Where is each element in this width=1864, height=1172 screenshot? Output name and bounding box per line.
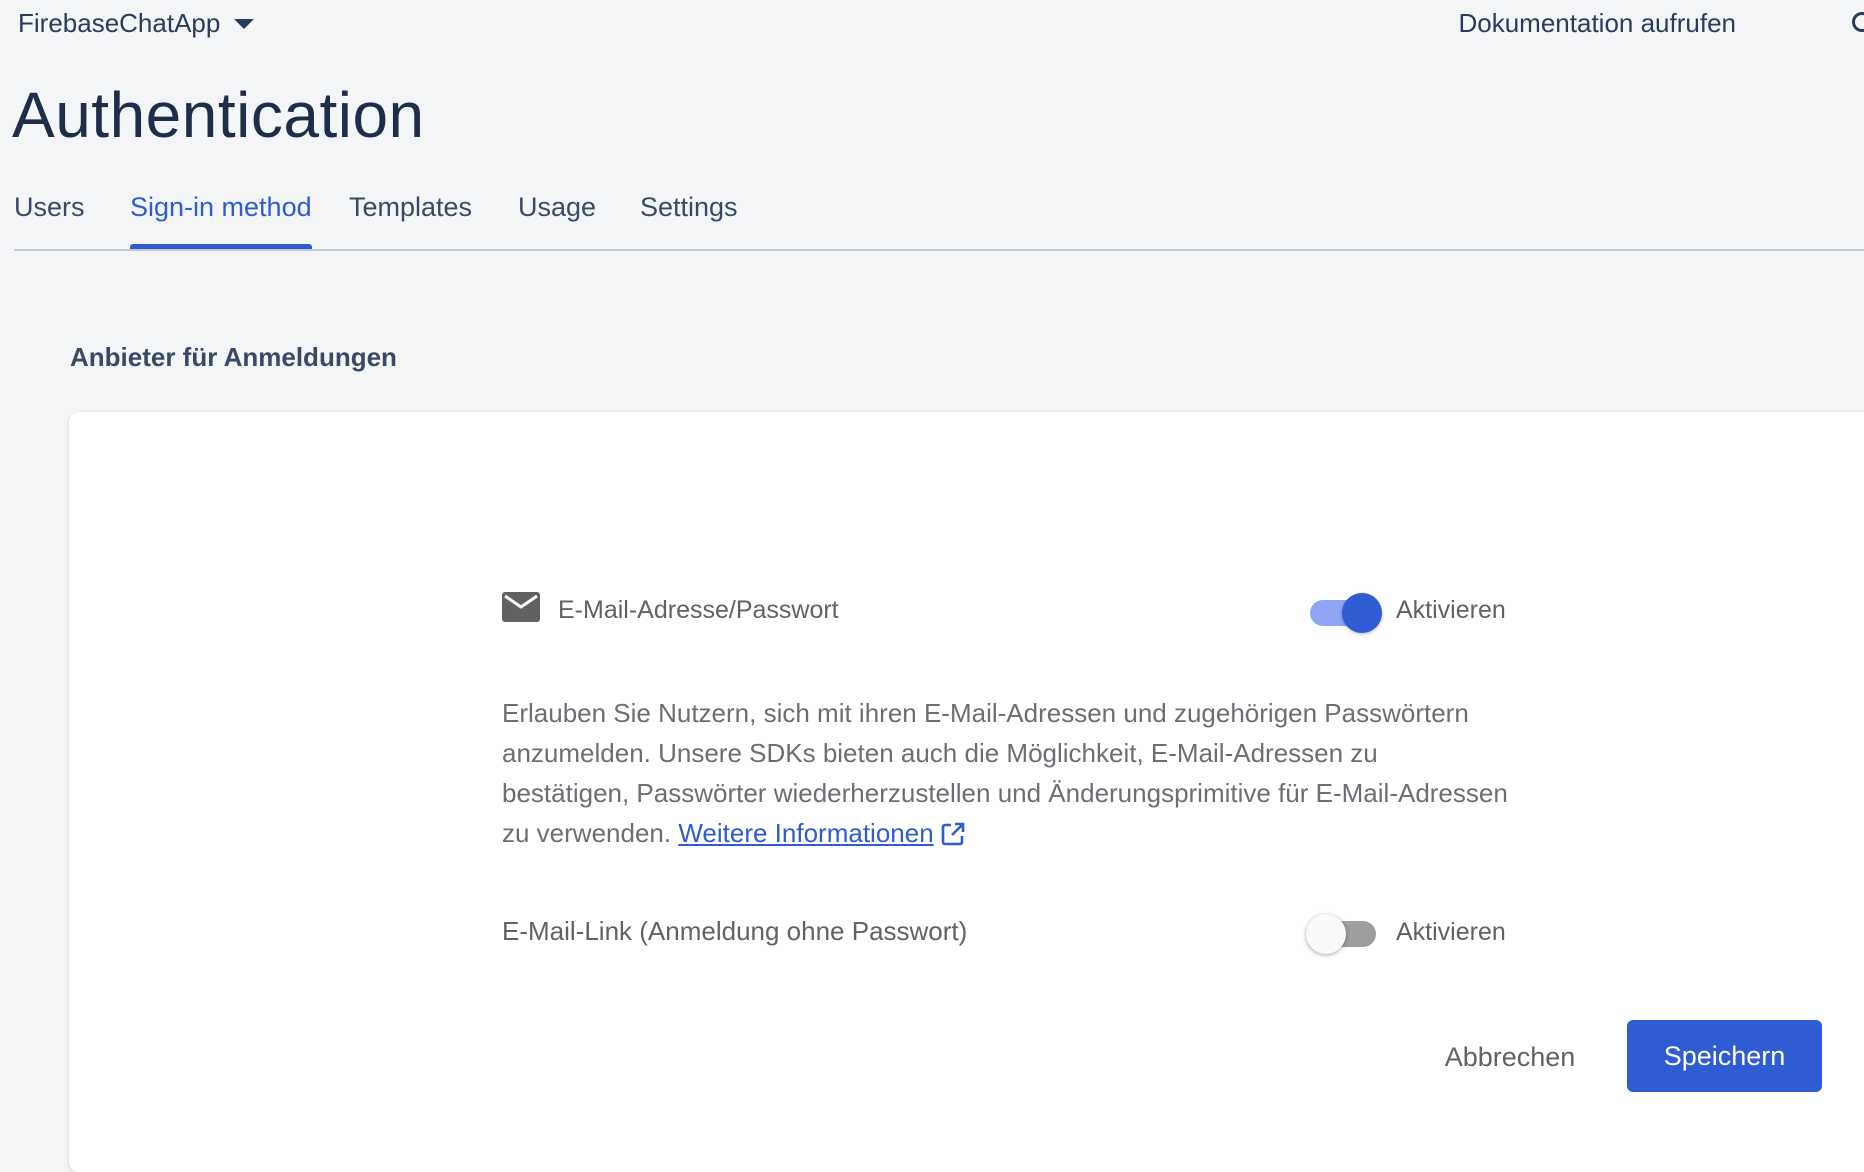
save-button[interactable]: Speichern [1627, 1020, 1822, 1092]
more-info-link[interactable]: Weitere Informationen [678, 818, 965, 848]
tab-sign-in-method[interactable]: Sign-in method [130, 192, 312, 249]
tab-users[interactable]: Users [14, 192, 85, 249]
top-bar: FirebaseChatApp Dokumentation aufrufen [0, 0, 1864, 44]
cancel-button[interactable]: Abbrechen [1420, 1022, 1600, 1092]
tab-label: Usage [518, 192, 597, 222]
page-title: Authentication [12, 79, 425, 151]
toggle-thumb [1306, 914, 1346, 954]
project-name: FirebaseChatApp [18, 7, 221, 38]
account-icon[interactable] [1850, 10, 1864, 36]
tab-usage[interactable]: Usage [518, 192, 596, 249]
provider-name: E-Mail-Adresse/Passwort [558, 596, 839, 624]
external-link-icon [941, 822, 964, 846]
tab-label: Sign-in method [130, 192, 312, 222]
email-link-toggle-label: Aktivieren [1396, 918, 1506, 946]
documentation-link[interactable]: Dokumentation aufrufen [1458, 6, 1736, 40]
section-title: Anbieter für Anmeldungen [70, 342, 397, 372]
email-link-toggle[interactable] [1306, 911, 1378, 954]
email-password-toggle[interactable] [1306, 590, 1382, 633]
caret-down-icon [234, 19, 255, 29]
description-text: Erlauben Sie Nutzern, sich mit ihren E-M… [502, 698, 1508, 848]
more-info-label: Weitere Informationen [678, 818, 934, 848]
toggle-label: Aktivieren [1396, 596, 1506, 624]
tab-label: Users [14, 192, 85, 222]
email-link-label: E-Mail-Link (Anmeldung ohne Passwort) [502, 916, 968, 946]
active-tab-indicator [130, 244, 312, 249]
project-switcher[interactable]: FirebaseChatApp [18, 6, 255, 40]
mail-icon [502, 592, 540, 622]
provider-row: E-Mail-Adresse/Passwort Aktivieren [502, 590, 1512, 634]
tab-templates[interactable]: Templates [349, 192, 472, 249]
tab-settings[interactable]: Settings [640, 192, 738, 249]
tab-label: Templates [349, 192, 473, 222]
toggle-thumb [1342, 593, 1382, 633]
provider-description: Erlauben Sie Nutzern, sich mit ihren E-M… [502, 693, 1512, 853]
tab-bar: Users Sign-in method Templates Usage Set… [14, 192, 1864, 251]
tab-label: Settings [640, 192, 738, 222]
